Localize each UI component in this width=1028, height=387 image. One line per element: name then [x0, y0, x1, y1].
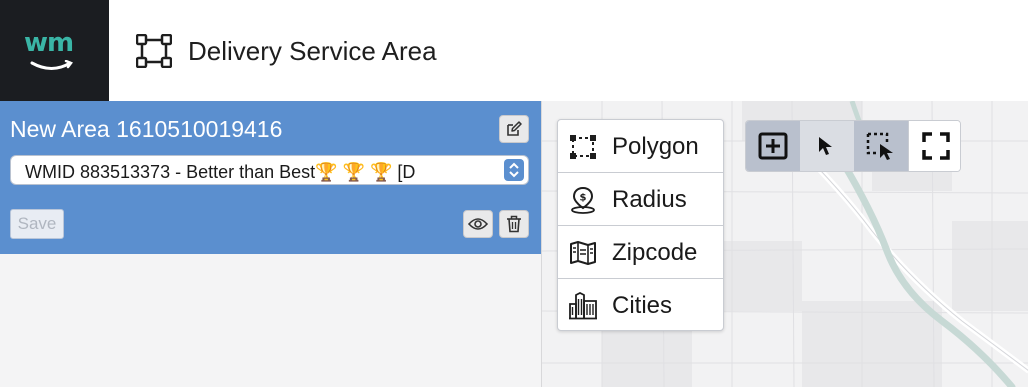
shape-label: Zipcode — [612, 239, 698, 266]
cities-icon — [568, 292, 598, 320]
delete-area-button[interactable] — [499, 210, 529, 238]
app-header: wm Delivery Service Area — [0, 0, 1028, 101]
shape-label: Radius — [612, 186, 687, 213]
pointer-tool-button[interactable] — [800, 121, 854, 171]
draw-shape-menu: Polygon $ Radius Zipcode Cities — [557, 119, 724, 331]
add-box-icon — [758, 132, 788, 160]
edit-area-button[interactable] — [499, 115, 529, 143]
eye-icon — [468, 218, 488, 230]
shape-label: Polygon — [612, 133, 699, 160]
areas-sidebar: New Area 1610510019416 WMID 883513373 - … — [0, 101, 541, 387]
save-button[interactable]: Save — [10, 209, 64, 239]
zipcode-icon — [568, 239, 598, 267]
fullscreen-icon — [921, 132, 950, 160]
shape-option-polygon[interactable]: Polygon — [558, 120, 723, 173]
add-shape-tool-button[interactable] — [746, 121, 800, 171]
map-toolbar — [745, 120, 961, 172]
edit-icon — [507, 121, 522, 136]
trash-icon — [507, 215, 521, 233]
fullscreen-tool-button[interactable] — [908, 121, 960, 171]
store-select[interactable]: WMID 883513373 - Better than Best🏆 🏆 🏆 [… — [10, 155, 529, 185]
shape-label: Cities — [612, 292, 673, 319]
logo-smile-icon — [30, 60, 73, 70]
polygon-icon — [568, 133, 598, 161]
brand-logo[interactable]: wm — [0, 0, 109, 101]
pointer-icon — [819, 137, 832, 155]
toggle-visibility-button[interactable] — [463, 210, 493, 238]
shape-option-radius[interactable]: $ Radius — [558, 173, 723, 226]
area-card: New Area 1610510019416 WMID 883513373 - … — [0, 101, 541, 254]
store-select-value: WMID 883513373 - Better than Best🏆 🏆 🏆 [… — [25, 162, 416, 182]
shape-option-zipcode[interactable]: Zipcode — [558, 226, 723, 279]
area-select-icon — [866, 132, 893, 160]
app-root: wm Delivery Service Area New Area 161051… — [0, 0, 1028, 387]
area-shape-icon — [136, 34, 172, 68]
select-chevron-icon — [504, 159, 524, 181]
area-name: New Area 1610510019416 — [10, 116, 283, 142]
radius-icon: $ — [568, 186, 598, 214]
area-select-tool-button[interactable] — [854, 121, 908, 171]
logo-text: wm — [24, 28, 74, 58]
shape-option-cities[interactable]: Cities — [558, 279, 723, 332]
svg-text:$: $ — [580, 193, 587, 204]
page-title: Delivery Service Area — [188, 36, 437, 66]
